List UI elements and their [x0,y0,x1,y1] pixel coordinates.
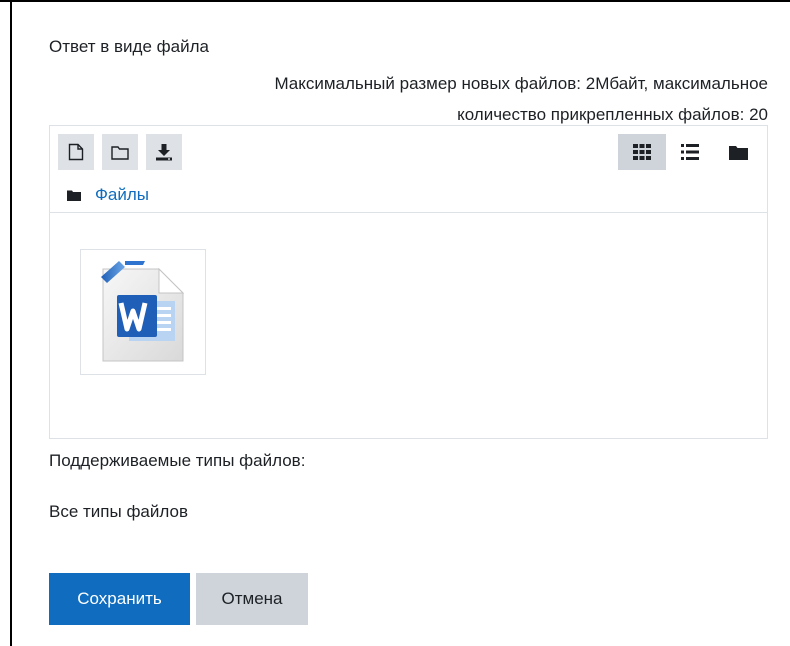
folder-icon [67,190,81,201]
window-top-border [0,0,790,2]
download-icon [156,144,172,161]
word-document-icon [101,261,185,362]
view-as-list-button[interactable] [666,134,714,170]
view-as-icons-button[interactable] [618,134,666,170]
upload-limits-text: Максимальный размер новых файлов: 2Мбайт… [128,68,768,130]
file-manager-toolbar: Файлы [50,126,767,213]
breadcrumb: Файлы [67,184,149,206]
file-manager: Файлы [49,125,768,439]
field-label: Ответ в виде файла [49,37,209,56]
cancel-button[interactable]: Отмена [196,573,308,625]
upload-limits-line-1: Максимальный размер новых файлов: 2Мбайт… [274,74,768,93]
supported-types-label: Поддерживаемые типы файлов: [49,451,306,470]
create-folder-icon [111,145,129,160]
new-file-icon [68,143,84,161]
save-button[interactable]: Сохранить [49,573,190,625]
add-file-button[interactable] [58,134,94,170]
view-list-icon [681,144,699,160]
breadcrumb-root-folder[interactable]: Файлы [95,185,149,205]
view-tree-icon [728,145,748,160]
view-as-tree-button[interactable] [714,134,762,170]
file-item[interactable] [80,249,206,375]
view-icons-icon [633,144,651,160]
create-folder-button[interactable] [102,134,138,170]
supported-types-value: Все типы файлов [49,502,188,521]
file-list-area [50,214,767,438]
window-left-border [10,0,12,646]
download-all-button[interactable] [146,134,182,170]
